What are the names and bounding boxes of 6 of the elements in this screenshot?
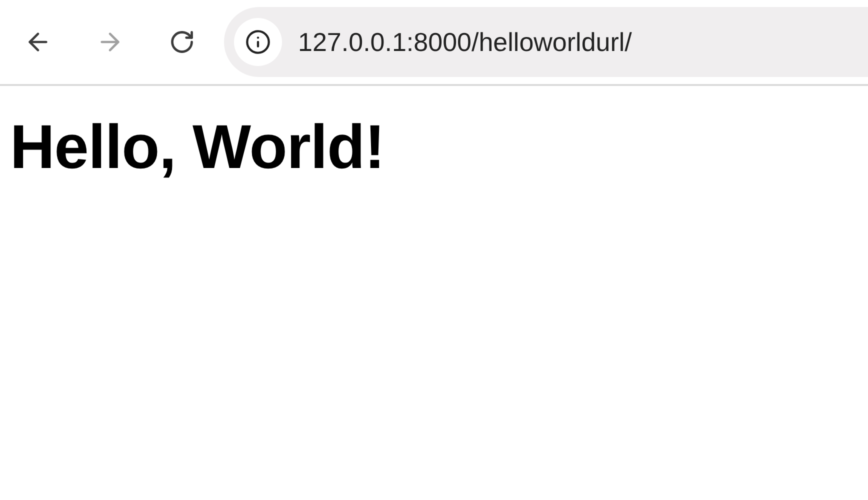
page-heading: Hello, World! bbox=[10, 112, 386, 183]
address-bar[interactable]: 127.0.0.1:8000/helloworldurl/ bbox=[224, 7, 868, 77]
info-icon bbox=[245, 29, 271, 55]
site-info-button[interactable] bbox=[234, 18, 282, 66]
reload-icon bbox=[169, 29, 195, 55]
url-text: 127.0.0.1:8000/helloworldurl/ bbox=[298, 26, 632, 58]
